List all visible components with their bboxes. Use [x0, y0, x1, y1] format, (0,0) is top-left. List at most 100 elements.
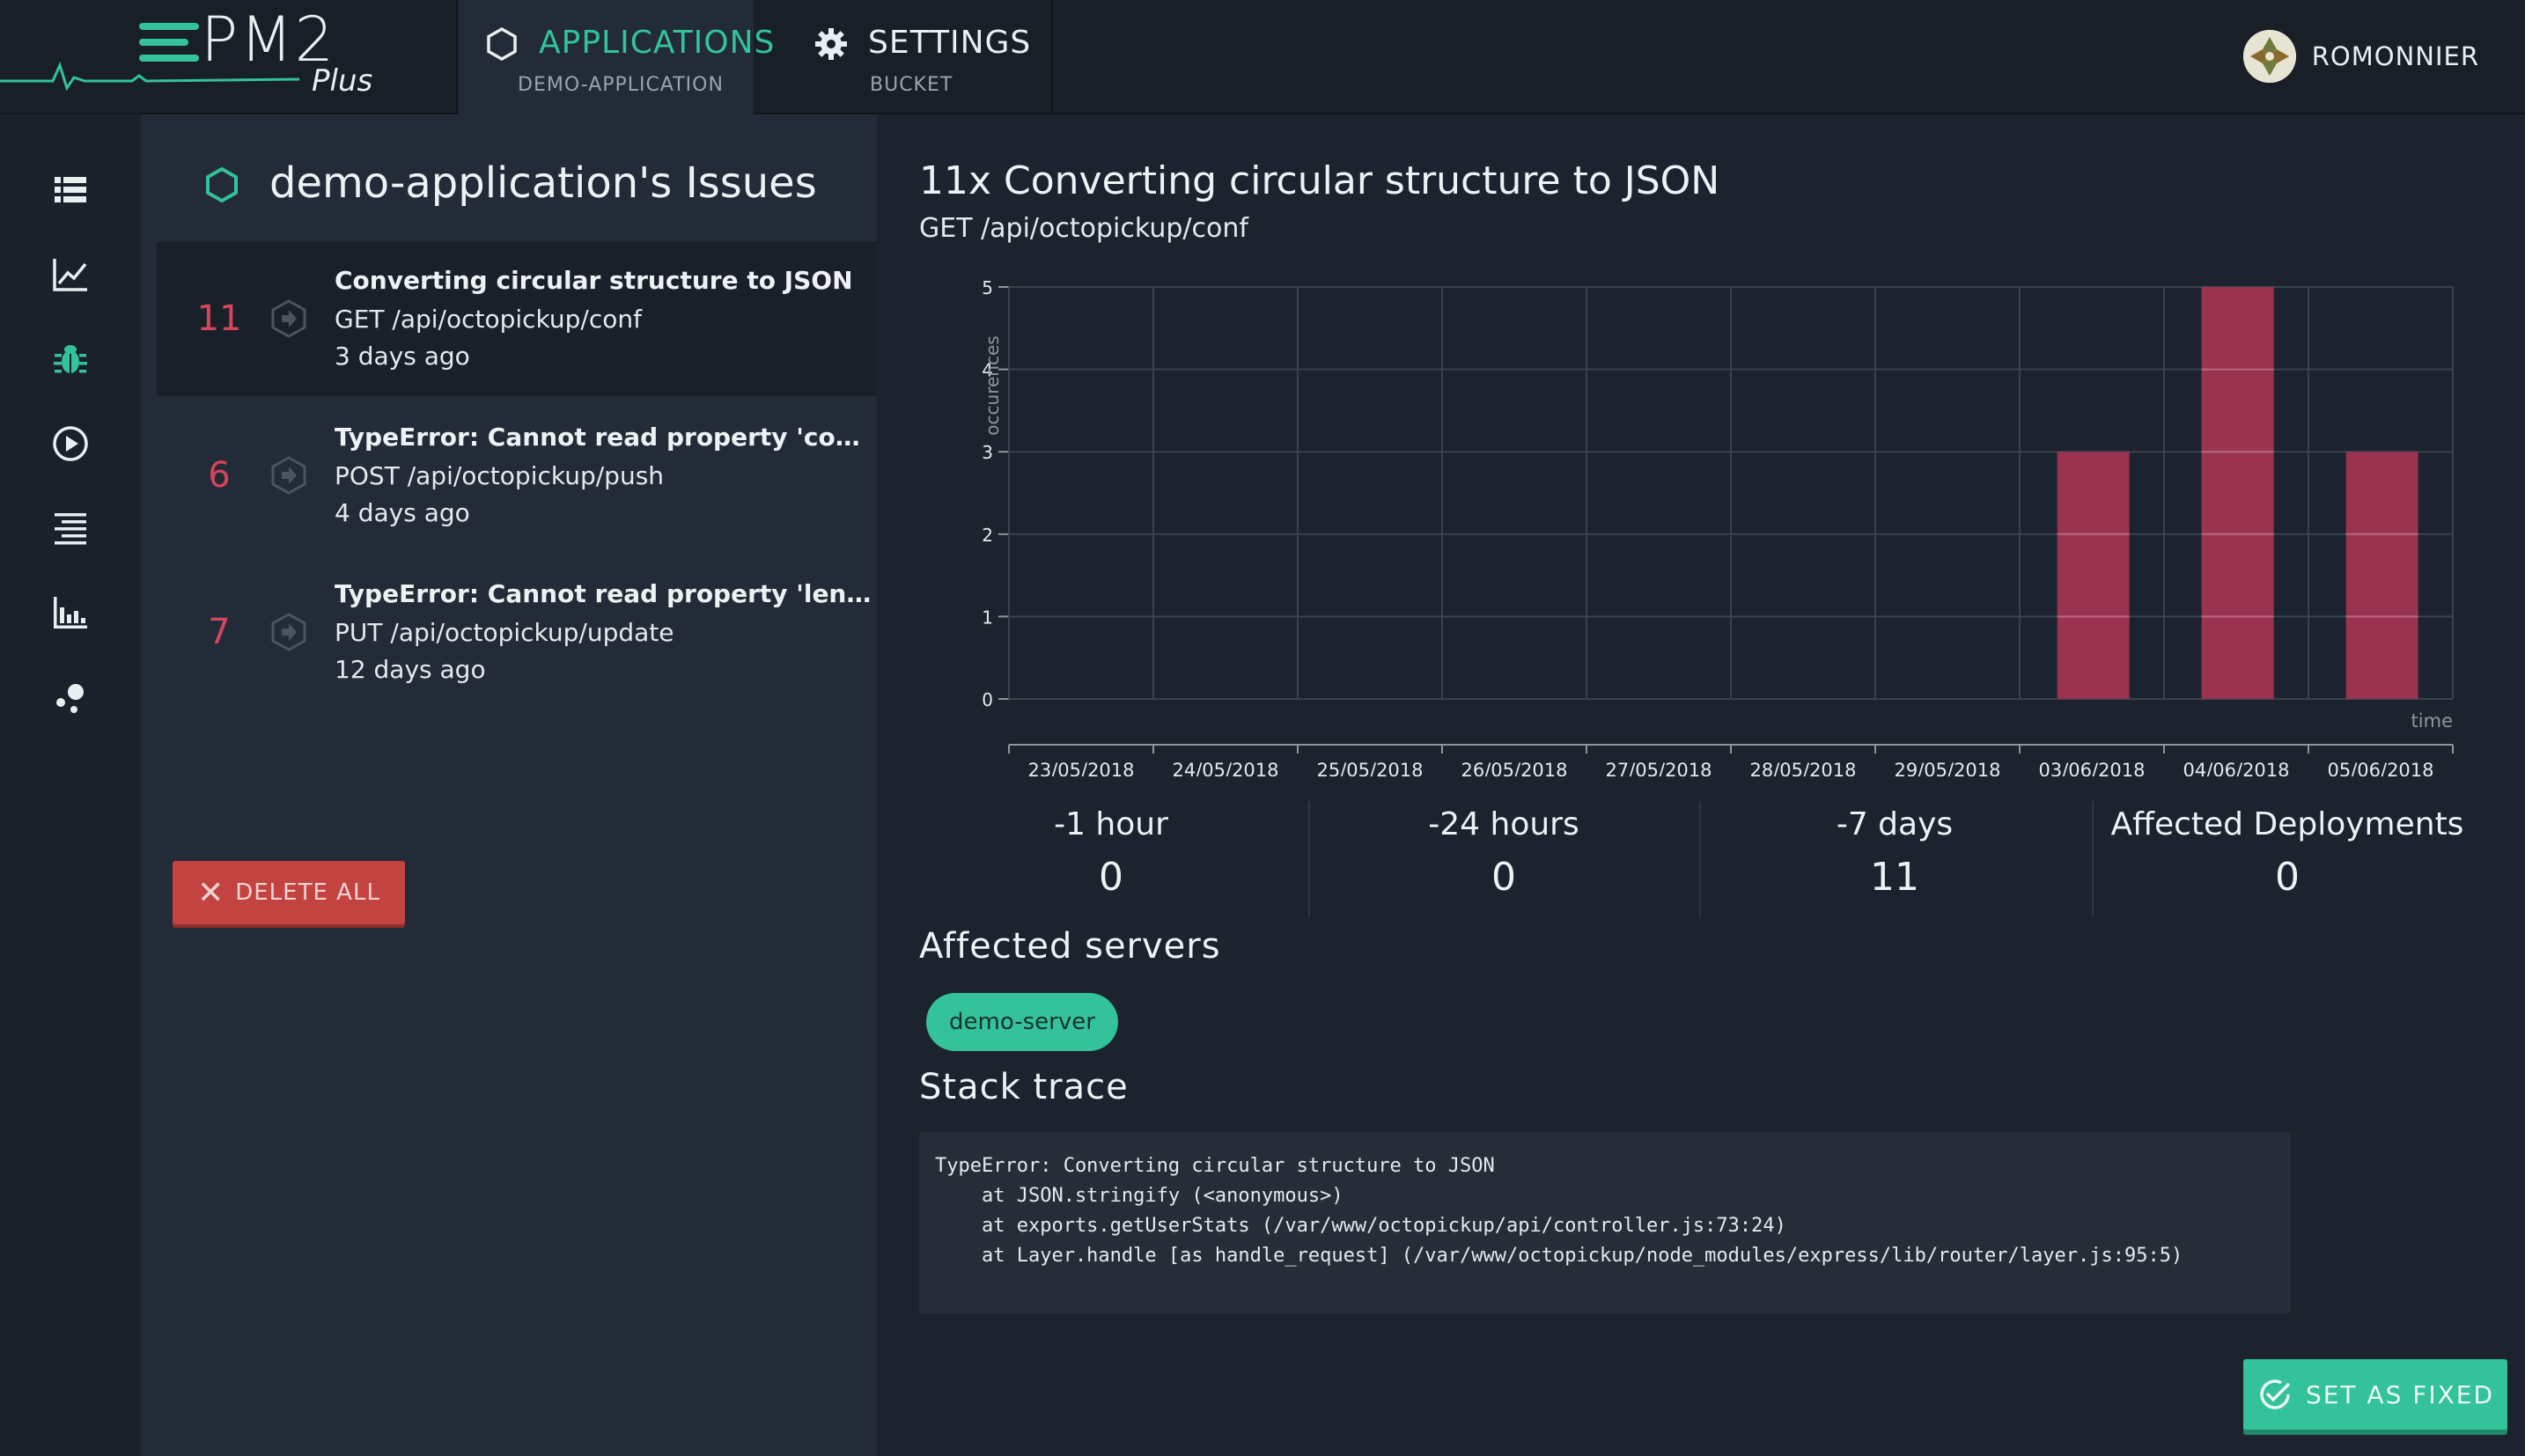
logs-icon [55, 513, 86, 545]
stat-label: Affected Deployments [2110, 806, 2464, 842]
stat-value: 0 [1099, 855, 1123, 900]
sidebar-item-metrics[interactable] [49, 254, 92, 296]
issue-time: 3 days ago [335, 342, 470, 371]
sidebar-item-issues[interactable] [49, 338, 92, 380]
y-tick-label: 5 [982, 277, 993, 298]
stats-row: -1 hour 0 -24 hours 0 -7 days 11 Affecte… [919, 801, 2463, 1030]
pm2-logo[interactable]: PM2 Plus [0, 0, 458, 114]
stack-trace: TypeError: Converting circular structure… [919, 1132, 2291, 1313]
server-badge[interactable]: demo-server [926, 993, 1118, 1051]
arrow-right-hexagon-icon [271, 299, 306, 338]
x-tick-label: 03/06/2018 [2038, 760, 2145, 776]
clipped-section-heading [919, 1340, 1095, 1354]
issue-detail: 11x Converting circular structure to JSO… [877, 114, 2525, 1456]
stat-1-hour: -1 hour 0 [919, 801, 1303, 917]
issue-count: 6 [208, 455, 231, 496]
stat-divider [1699, 801, 1701, 917]
top-bar: PM2 Plus APPLICATIONS DEMO-APPLICATION S… [0, 0, 2525, 114]
stat-value: 0 [1491, 855, 1516, 900]
stat-value: 0 [2275, 855, 2300, 900]
issues-title: demo-application's Issues [269, 158, 817, 208]
line-chart-icon [53, 259, 87, 291]
issues-panel: demo-application's Issues 11 Converting … [141, 114, 877, 1456]
avatar [2242, 30, 2296, 83]
x-axis-label: time [2411, 710, 2453, 732]
issue-count: 11 [196, 298, 242, 339]
tab-settings-label: SETTINGS [868, 25, 1032, 61]
hexagon-icon [206, 166, 238, 203]
logo-suffix: Plus [312, 63, 373, 99]
x-tick-label: 05/06/2018 [2327, 760, 2433, 776]
stat-7-days: -7 days 11 [1703, 801, 2087, 917]
occurrences-chart: 01234523/05/2018 24/05/2018 25/05/2018 26/0… [982, 277, 2454, 776]
affected-servers-title: Affected servers [919, 926, 1221, 967]
dots-icon [56, 684, 84, 713]
x-tick-label: 24/05/2018 [1172, 760, 1278, 776]
y-tick-label: 2 [982, 525, 993, 546]
bar [2201, 287, 2274, 699]
x-tick-label: 25/05/2018 [1316, 760, 1423, 776]
issue-time: 4 days ago [335, 498, 470, 527]
hexagon-icon [487, 26, 517, 62]
stat-24-hours: -24 hours 0 [1312, 801, 1696, 917]
close-icon: ✕ [197, 874, 225, 911]
user-name: ROMONNIER [2311, 41, 2479, 71]
tab-applications-label: APPLICATIONS [539, 25, 776, 61]
y-tick-label: 0 [982, 689, 993, 710]
tab-settings-sublabel: BUCKET [870, 74, 953, 96]
y-axis-label: occurences [982, 335, 1003, 435]
stat-affected-deployments: Affected Deployments 0 [2095, 801, 2479, 917]
issue-title: TypeError: Cannot read property 'length'… [335, 579, 872, 608]
bug-icon [54, 345, 87, 373]
identicon-icon [2242, 30, 2296, 83]
bar [2057, 452, 2130, 699]
x-tick-label: 23/05/2018 [1027, 760, 1134, 776]
sidebar-item-dependencies[interactable] [49, 676, 92, 718]
issue-title: Converting circular structure to JSON [335, 266, 853, 295]
user-menu[interactable]: ROMONNIER [2242, 30, 2479, 83]
tab-applications-sublabel: DEMO-APPLICATION [518, 74, 724, 96]
issue-route: GET /api/octopickup/conf [335, 305, 642, 334]
issue-item[interactable]: 6 TypeError: Cannot read property 'conf'… [157, 398, 877, 553]
stat-divider [2092, 801, 2094, 917]
issue-title: TypeError: Cannot read property 'conf' o… [335, 423, 872, 452]
stack-trace-title: Stack trace [919, 1067, 1129, 1107]
issue-detail-title: 11x Converting circular structure to JSO… [919, 158, 1720, 203]
sidebar-item-list[interactable] [49, 169, 92, 211]
set-as-fixed-label: SET AS FIXED [2305, 1379, 2495, 1409]
issue-item[interactable]: 11 Converting circular structure to JSON… [157, 241, 877, 396]
x-tick-label: 27/05/2018 [1605, 760, 1712, 776]
stat-label: -1 hour [1054, 806, 1168, 842]
check-circle-icon [2260, 1379, 2291, 1409]
issue-route: PUT /api/octopickup/update [335, 618, 674, 647]
sidebar-item-stats[interactable] [49, 592, 92, 634]
arrow-right-hexagon-icon [271, 456, 306, 495]
delete-all-label: DELETE ALL [235, 879, 380, 906]
stat-label: -7 days [1836, 806, 1954, 842]
issue-time: 12 days ago [335, 655, 486, 684]
x-tick-label: 26/05/2018 [1461, 760, 1567, 776]
play-circle-icon [53, 426, 88, 461]
stat-label: -24 hours [1428, 806, 1579, 842]
x-tick-label: 28/05/2018 [1749, 760, 1856, 776]
y-tick-label: 3 [982, 442, 993, 463]
bar [2345, 452, 2418, 699]
delete-all-button[interactable]: ✕ DELETE ALL [173, 861, 405, 924]
sidebar-item-logs[interactable] [49, 507, 92, 549]
tab-applications[interactable]: APPLICATIONS DEMO-APPLICATION [458, 0, 774, 114]
x-tick-label: 29/05/2018 [1894, 760, 2000, 776]
sidebar-item-actions[interactable] [49, 423, 92, 465]
stat-value: 11 [1870, 855, 1919, 900]
arrow-right-hexagon-icon [271, 613, 306, 651]
x-tick-label: 04/06/2018 [2183, 760, 2289, 776]
stat-divider [1308, 801, 1310, 917]
issue-detail-route: GET /api/octopickup/conf [919, 213, 1248, 244]
icon-sidebar [0, 114, 141, 1456]
issue-count: 7 [208, 612, 231, 652]
set-as-fixed-button[interactable]: SET AS FIXED [2243, 1359, 2507, 1430]
gear-icon [815, 28, 847, 60]
bar-chart-icon [54, 597, 87, 629]
list-icon [55, 177, 86, 202]
issue-item[interactable]: 7 TypeError: Cannot read property 'lengt… [157, 555, 877, 710]
tab-settings[interactable]: SETTINGS BUCKET [755, 0, 1053, 114]
